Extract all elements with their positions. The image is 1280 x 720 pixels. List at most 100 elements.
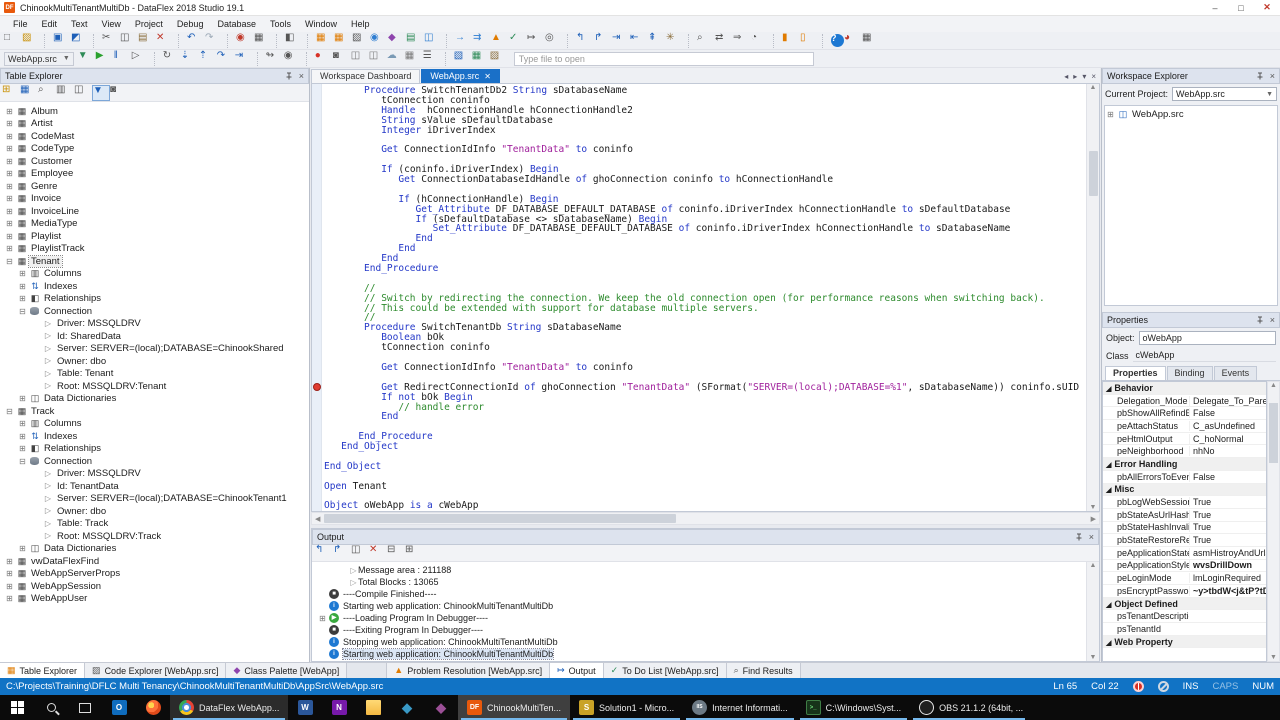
run-to-cursor-icon[interactable]: ⇥: [235, 51, 253, 67]
bookmark-toggle-icon[interactable]: ▮: [782, 33, 800, 49]
close-document-icon[interactable]: ×: [1091, 72, 1096, 81]
taskbar-obs-window-button[interactable]: OBS 21.1.2 (64bit, ...: [910, 695, 1028, 720]
copy-output-icon[interactable]: ◫: [351, 545, 369, 561]
property-row-pbstaterestorerecon[interactable]: pbStateRestoreReconTrue: [1103, 534, 1266, 547]
tree-item-root-mssqldrv-tenant[interactable]: ▷Root: MSSQLDRV:Tenant: [0, 380, 309, 393]
undo-icon[interactable]: ↶: [187, 33, 205, 49]
expander-icon[interactable]: ⊞: [17, 444, 28, 453]
checkin-icon[interactable]: ✓: [509, 33, 527, 49]
taskbar-outlook-button[interactable]: O: [102, 695, 136, 720]
scroll-up-icon[interactable]: ▲: [1090, 562, 1097, 569]
dock-tab-code-explorer-webapp-src-[interactable]: ▨Code Explorer [WebApp.src]: [85, 663, 226, 678]
scroll-left-icon[interactable]: ◀: [315, 515, 320, 523]
tree-item-mediatype[interactable]: ⊞▦MediaType: [0, 218, 309, 231]
window-manager-icon[interactable]: ◫: [424, 33, 442, 49]
usage-report-icon[interactable]: ◕: [844, 33, 862, 49]
web-preview-icon[interactable]: ◉: [370, 33, 388, 49]
property-category-behavior[interactable]: ◢Behavior: [1103, 382, 1266, 395]
close-icon[interactable]: ×: [1270, 315, 1275, 325]
compile-project-icon[interactable]: ▼: [78, 51, 96, 67]
tree-item-invoiceline[interactable]: ⊞▦InvoiceLine: [0, 205, 309, 218]
property-row-peattachstatus[interactable]: peAttachStatusC_asUndefined: [1103, 420, 1266, 433]
code-explorer-icon[interactable]: ▨: [352, 33, 370, 49]
editor-tab-workspace-dashboard[interactable]: Workspace Dashboard: [311, 69, 420, 83]
table-props-icon[interactable]: ▥: [56, 85, 74, 101]
expander-icon[interactable]: ⊞: [4, 232, 15, 241]
find-next-icon[interactable]: ⇒: [733, 33, 751, 49]
tab-scroll-left-icon[interactable]: ◂: [1064, 72, 1068, 81]
editor-tab-webapp-src[interactable]: WebApp.src✕: [421, 69, 500, 83]
expander-icon[interactable]: ⊞: [4, 182, 15, 191]
bookmark-prev-icon[interactable]: ⇤: [630, 33, 648, 49]
filter-icon[interactable]: ▼: [92, 85, 110, 101]
collapse-all-icon[interactable]: ⊟: [387, 545, 405, 561]
find-table-icon[interactable]: ⌕: [38, 85, 56, 101]
dock-tab-problem-resolution-webapp-sr[interactable]: ▲Problem Resolution [WebApp.src]: [387, 663, 550, 678]
pin-icon[interactable]: [1256, 72, 1264, 80]
property-row-peapplicationstatem[interactable]: peApplicationStateMasmHistroyAndUrls: [1103, 547, 1266, 560]
expander-icon[interactable]: ⊞: [4, 594, 15, 603]
property-value[interactable]: C_hoNormal: [1189, 434, 1266, 444]
step-over-icon[interactable]: ↷: [217, 51, 235, 67]
property-row-pblogwebsession[interactable]: pbLogWebSessionTrue: [1103, 496, 1266, 509]
property-row-pbstatehashinvalider[interactable]: pbStateHashInvalidErTrue: [1103, 522, 1266, 535]
property-category-object-defined[interactable]: ◢Object Defined: [1103, 598, 1266, 611]
pause-icon[interactable]: ‖: [114, 51, 132, 67]
maximize-button[interactable]: □: [1228, 0, 1254, 15]
step-into-icon[interactable]: ⇣: [181, 51, 199, 67]
close-button[interactable]: ✕: [1254, 0, 1280, 15]
taskbar-cmd-window-button[interactable]: >_C:\Windows\Syst...: [797, 695, 911, 720]
property-value[interactable]: C_asUndefined: [1189, 421, 1266, 431]
expander-icon[interactable]: ⊞: [4, 144, 15, 153]
database-builder-icon[interactable]: ▨: [490, 51, 508, 67]
step-out-icon[interactable]: ⇡: [199, 51, 217, 67]
edit-table-icon[interactable]: ▦: [20, 85, 38, 101]
properties-tab-events[interactable]: Events: [1214, 366, 1258, 380]
sync-tables-icon[interactable]: ▧: [454, 51, 472, 67]
property-value[interactable]: nhNo: [1189, 446, 1266, 456]
export-icon[interactable]: ↦: [527, 33, 545, 49]
tree-item-album[interactable]: ⊞▦Album: [0, 105, 309, 118]
delete-icon[interactable]: ✕: [156, 33, 174, 49]
print-icon[interactable]: ▦: [254, 33, 272, 49]
tree-item-indexes[interactable]: ⊞⇅Indexes: [0, 280, 309, 293]
run-no-debug-icon[interactable]: ▷: [132, 51, 150, 67]
locals-window-icon[interactable]: ◫: [369, 51, 387, 67]
menu-item-file[interactable]: File: [6, 17, 35, 31]
expander-icon[interactable]: ⊞: [17, 432, 28, 441]
expander-icon[interactable]: ⊟: [4, 257, 15, 266]
menu-item-database[interactable]: Database: [210, 17, 263, 31]
expander-icon[interactable]: ⊞: [4, 582, 15, 591]
code-editor[interactable]: Procedure SwitchTenantDb2 String sDataba…: [311, 83, 1100, 512]
breakpoint-gutter[interactable]: [312, 84, 322, 511]
open-file-icon[interactable]: ▨: [22, 33, 40, 49]
property-row-peneighborhood[interactable]: peNeighborhoodnhNo: [1103, 445, 1266, 458]
output-item[interactable]: ▷Total Blocks : 13065: [312, 576, 1085, 588]
property-row-psencryptpassword[interactable]: psEncryptPassword~y>tbdW<j&tP?tD: [1103, 585, 1266, 598]
copy-special-icon[interactable]: ◧: [285, 33, 303, 49]
restart-icon[interactable]: ↻: [163, 51, 181, 67]
expander-icon[interactable]: ⊞: [17, 419, 28, 428]
call-stack-icon[interactable]: ☁: [387, 51, 405, 67]
property-row-pballerrorstoeventlc[interactable]: pbAllErrorsToEventLcFalse: [1103, 471, 1266, 484]
property-category-error-handling[interactable]: ◢Error Handling: [1103, 458, 1266, 471]
expand-all-icon[interactable]: ⊞: [405, 545, 423, 561]
taskbar-iis-window-button[interactable]: IISInternet Informati...: [683, 695, 797, 720]
properties-grid[interactable]: ◢BehaviorDelegation_ModeDelegate_To_Pare…: [1102, 381, 1267, 662]
taskbar-dataflex-window-button[interactable]: DFChinookMultiTen...: [458, 695, 570, 720]
property-value[interactable]: True: [1189, 497, 1266, 507]
tree-item-webappuser[interactable]: ⊞▦WebAppUser: [0, 593, 309, 606]
expander-icon[interactable]: ⊞: [1105, 110, 1116, 119]
expander-icon[interactable]: ⊞: [4, 219, 15, 228]
taskbar-firefox-button[interactable]: [136, 695, 170, 720]
search-files-icon[interactable]: ◎: [545, 33, 563, 49]
menu-item-window[interactable]: Window: [298, 17, 344, 31]
code-area[interactable]: Procedure SwitchTenantDb2 String sDataba…: [324, 86, 1085, 511]
tree-item-vwdataflexfind[interactable]: ⊞▦vwDataFlexFind: [0, 555, 309, 568]
project-selector[interactable]: WebApp.src▼: [4, 52, 74, 66]
tree-item-connection[interactable]: ⊟Connection: [0, 455, 309, 468]
property-category-misc[interactable]: ◢Misc: [1103, 484, 1266, 497]
problem-resolution-icon[interactable]: ▲: [491, 33, 509, 49]
tree-item-driver-mssqldrv[interactable]: ▷Driver: MSSQLDRV: [0, 468, 309, 481]
property-value[interactable]: True: [1189, 535, 1266, 545]
